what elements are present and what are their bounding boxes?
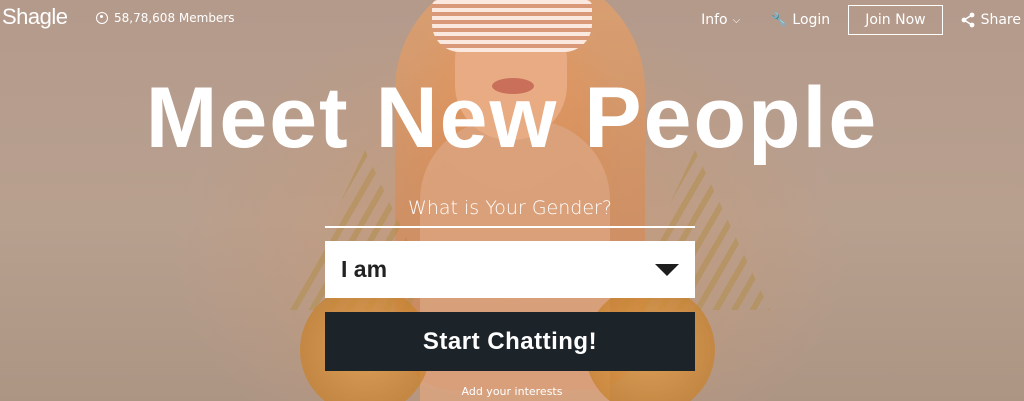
top-navigation: Shagle 58,78,608 Members Info ⌵ 🔧 Login …: [0, 0, 1024, 40]
share-icon: [960, 12, 976, 28]
gender-prompt: What is Your Gender?: [408, 197, 612, 219]
share-button[interactable]: Share: [960, 12, 1021, 28]
chevron-down-icon: ⌵: [732, 14, 741, 26]
member-count-text: 58,78,608 Members: [114, 11, 235, 25]
user-circle-icon: [96, 12, 108, 24]
start-chatting-button[interactable]: Start Chatting!: [325, 312, 695, 371]
login-label: Login: [792, 12, 831, 28]
login-link[interactable]: 🔧 Login: [771, 12, 830, 28]
gender-select-value: I am: [341, 256, 388, 282]
info-menu[interactable]: Info ⌵: [701, 12, 740, 28]
nav-menu: Info ⌵ 🔧 Login Join Now Share: [701, 0, 1024, 40]
logo[interactable]: Shagle: [2, 4, 68, 30]
gender-select[interactable]: I am: [325, 241, 695, 298]
join-now-button[interactable]: Join Now: [848, 5, 943, 35]
key-icon: 🔧: [771, 12, 788, 28]
dropdown-arrow-icon: [655, 263, 679, 276]
add-interests-link[interactable]: Add your interests: [0, 385, 1024, 398]
share-label: Share: [980, 12, 1021, 28]
hero-headline: Meet New People: [145, 70, 879, 166]
member-count: 58,78,608 Members: [96, 11, 235, 25]
info-label: Info: [701, 12, 728, 28]
divider: [325, 226, 695, 228]
